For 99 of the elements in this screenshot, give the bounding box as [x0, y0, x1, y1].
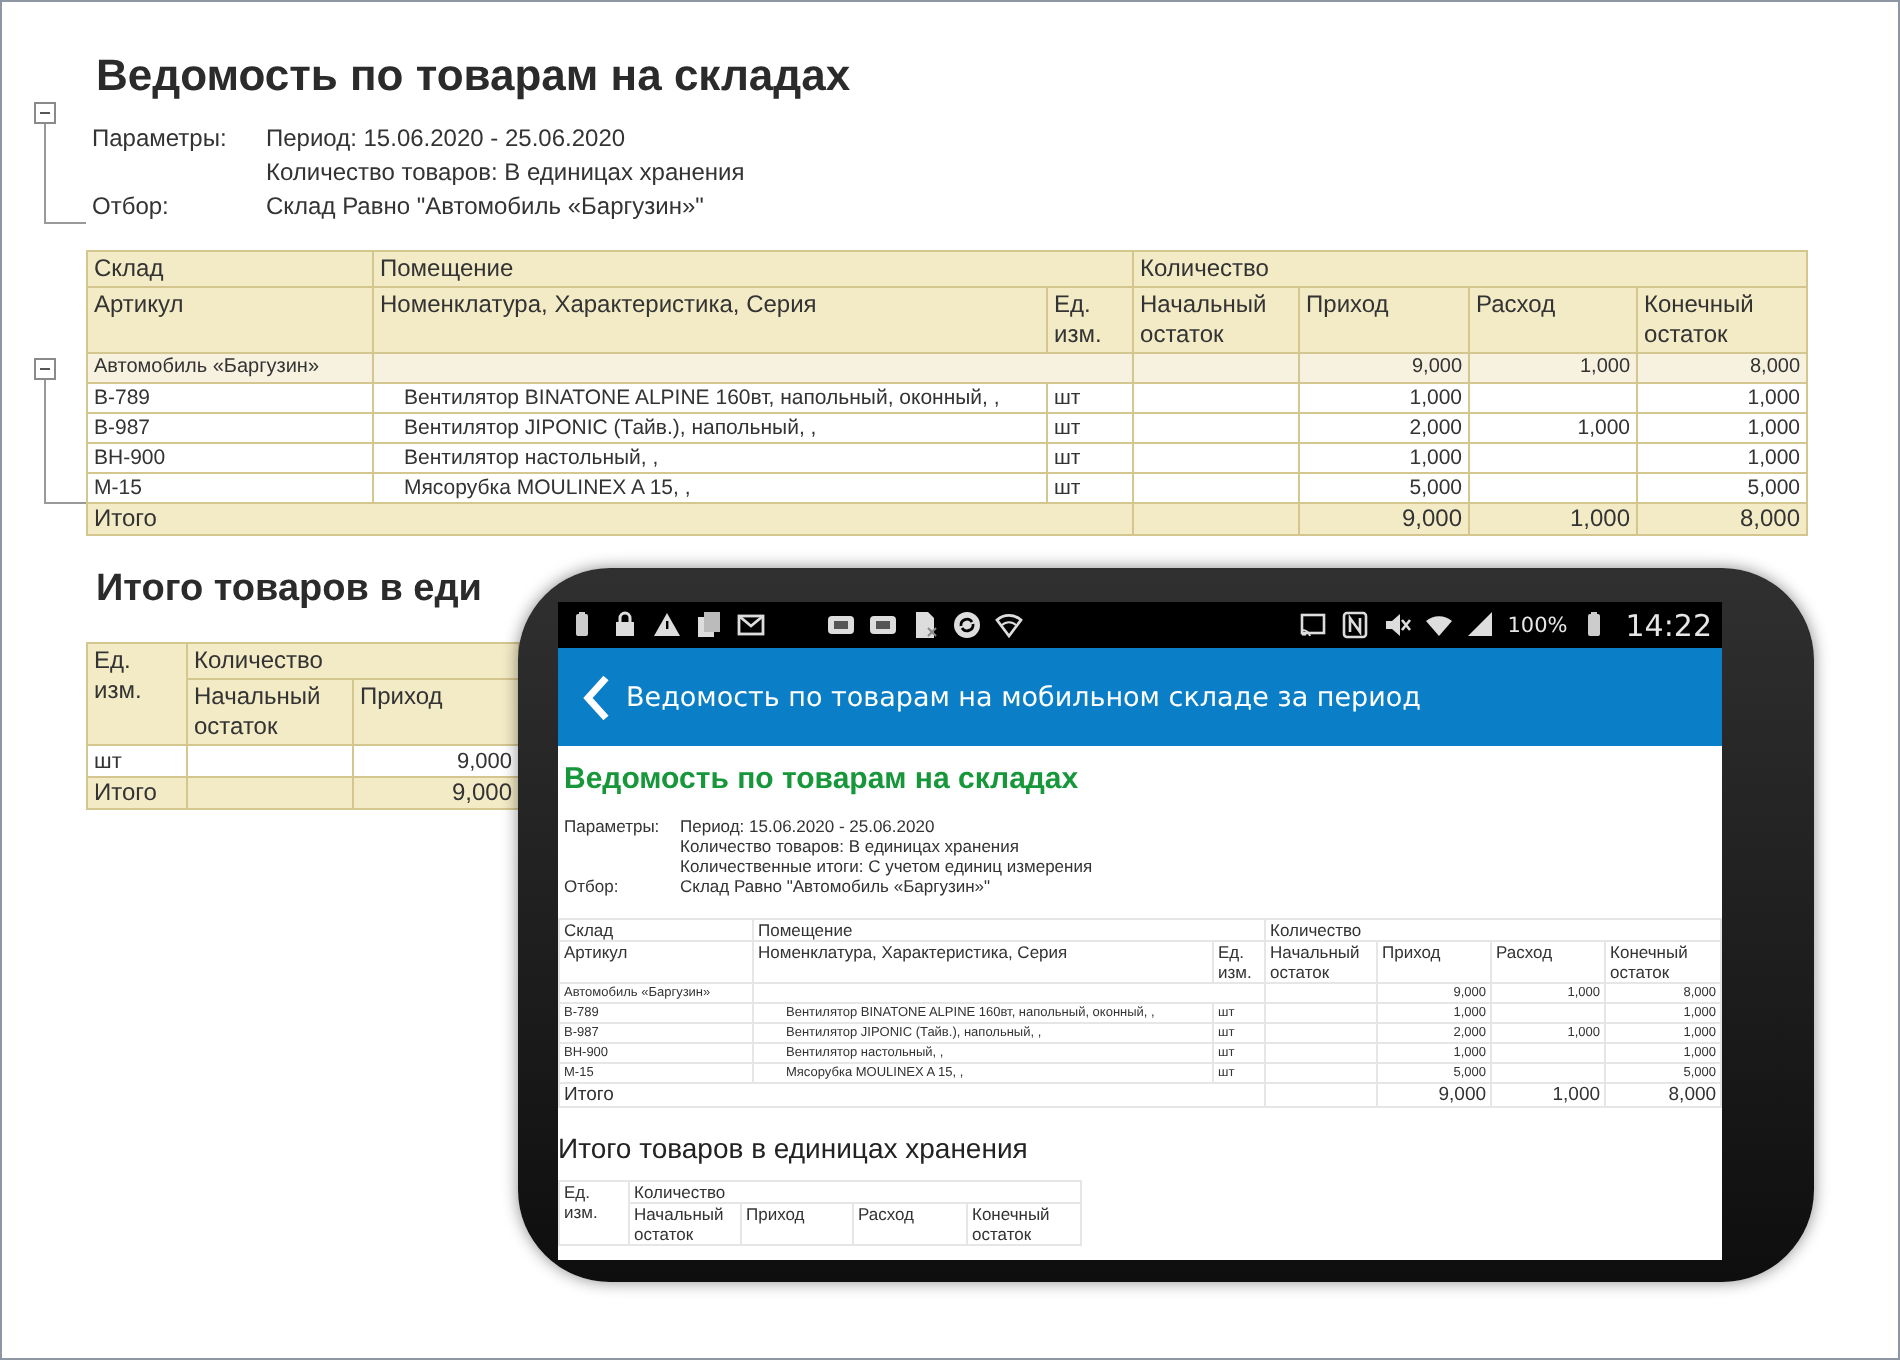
- table-cell: Вентилятор настольный, ,: [373, 443, 1047, 473]
- column-header: Количество: [1265, 919, 1722, 941]
- group-cell: 8,000: [1637, 353, 1808, 383]
- table-cell: BH-900: [87, 443, 373, 473]
- column-header: Расход: [1491, 941, 1606, 983]
- total-cell: 8,000: [1605, 1083, 1722, 1107]
- lock-icon: [610, 610, 640, 640]
- sim-card-icon: [868, 610, 898, 640]
- battery-level: 100%: [1507, 613, 1568, 637]
- mute-icon: [1381, 610, 1412, 640]
- file-icon: [910, 610, 940, 640]
- column-header: Ед. изм.: [87, 643, 187, 745]
- param-value: Склад Равно "Автомобиль «Баргузин»": [266, 190, 706, 224]
- table-cell: Вентилятор BINATONE ALPINE 160вт, напольный, оконный, ,: [373, 383, 1047, 413]
- param-value: Количество товаров: В единицах хранения: [266, 156, 745, 190]
- column-header: Начальный остаток: [1133, 287, 1300, 353]
- column-header: Номенклатура, Характеристика, Серия: [373, 287, 1047, 353]
- column-header: Приход: [1377, 941, 1492, 983]
- column-header: Приход: [1299, 287, 1470, 353]
- tree-line: [44, 380, 86, 504]
- collapse-icon[interactable]: [34, 358, 56, 380]
- sim-card-icon: [826, 610, 856, 640]
- param-label: Отбор:: [92, 190, 171, 224]
- table-cell: шт: [1047, 383, 1134, 413]
- column-header: Склад: [87, 251, 373, 287]
- warning-icon: [652, 610, 682, 640]
- column-header: Количество: [629, 1181, 1082, 1203]
- table-cell: 1,000: [1637, 383, 1808, 413]
- param-value: Склад Равно "Автомобиль «Баргузин»": [680, 876, 993, 896]
- column-header: Конечный остаток: [1605, 941, 1722, 983]
- column-header: Ед. изм.: [1213, 941, 1266, 983]
- table-cell: шт: [87, 745, 187, 777]
- table-cell: 1,000: [1299, 383, 1470, 413]
- table-cell: 2,000: [1299, 413, 1470, 443]
- column-header: Склад: [559, 919, 753, 941]
- table-cell: B-789: [87, 383, 373, 413]
- report-title: Ведомость по товарам на складах: [94, 50, 853, 102]
- column-header: Приход: [741, 1203, 853, 1245]
- section-title: Итого товаров в единицах хранения: [558, 1132, 1030, 1164]
- table-cell: 1,000: [1637, 413, 1808, 443]
- column-header: Количество: [1133, 251, 1808, 287]
- column-header: Приход: [353, 679, 520, 745]
- table-cell: шт: [1047, 443, 1134, 473]
- column-header: Артикул: [87, 287, 373, 353]
- param-label: Отбор:: [564, 876, 621, 896]
- total-cell: 1,000: [1491, 1083, 1606, 1107]
- column-header: Артикул: [559, 941, 753, 983]
- wifi-icon: [1423, 610, 1454, 640]
- table-cell: шт: [1047, 413, 1134, 443]
- report-title: Ведомость по товарам на складах: [562, 762, 1081, 798]
- column-header: Ед. изм.: [1047, 287, 1134, 353]
- collapse-icon[interactable]: [34, 102, 56, 124]
- param-value: Период: 15.06.2020 - 25.06.2020: [266, 122, 628, 156]
- group-cell: 1,000: [1469, 353, 1638, 383]
- column-header: Начальный остаток: [187, 679, 353, 745]
- cast-icon: [1297, 610, 1328, 640]
- table-cell: 9,000: [353, 745, 520, 777]
- column-header: Начальный остаток: [629, 1203, 741, 1245]
- table-cell: 1,000: [1637, 443, 1808, 473]
- total-cell: 8,000: [1637, 503, 1808, 535]
- clock: 14:22: [1625, 607, 1712, 643]
- total-cell: 9,000: [1377, 1083, 1492, 1107]
- total-cell: 9,000: [1299, 503, 1470, 535]
- total-cell: Итого: [87, 777, 187, 809]
- column-header: Начальный остаток: [1265, 941, 1378, 983]
- total-cell: 1,000: [1469, 503, 1638, 535]
- group-cell: Автомобиль «Баргузин»: [87, 353, 373, 383]
- table-cell: 1,000: [1469, 413, 1638, 443]
- param-value: Количество товаров: В единицах хранения: [680, 836, 1021, 856]
- column-header: Помещение: [373, 251, 1134, 287]
- screen-title: Ведомость по товарам на мобильном складе за период: [626, 681, 1421, 713]
- column-header: Конечный остаток: [967, 1203, 1082, 1245]
- signal-icon: [1465, 610, 1496, 640]
- param-value: Период: 15.06.2020 - 25.06.2020: [680, 816, 937, 836]
- table-cell: Вентилятор JIPONIC (Тайв.), напольный, ,: [373, 413, 1047, 443]
- column-header: Ед. изм.: [559, 1181, 629, 1245]
- column-header: Конечный остаток: [1637, 287, 1808, 353]
- group-cell: 9,000: [1299, 353, 1470, 383]
- column-header: Расход: [853, 1203, 967, 1245]
- param-label: Параметры:: [564, 816, 662, 836]
- copy-icon: [694, 610, 724, 640]
- table-cell: B-987: [87, 413, 373, 443]
- total-cell: 9,000: [353, 777, 520, 809]
- section-title: Итого товаров в еди: [94, 566, 484, 614]
- total-cell: Итого: [87, 503, 1134, 535]
- mail-icon: [736, 610, 766, 640]
- tree-line: [44, 124, 86, 224]
- column-header: Помещение: [753, 919, 1266, 941]
- column-header: Количество: [187, 643, 520, 679]
- table-cell: 1,000: [1299, 443, 1470, 473]
- column-header: Расход: [1469, 287, 1638, 353]
- total-cell: Итого: [559, 1083, 1266, 1107]
- back-icon[interactable]: [582, 673, 610, 721]
- column-header: Номенклатура, Характеристика, Серия: [753, 941, 1213, 983]
- param-label: Параметры:: [92, 122, 229, 156]
- nfc-icon: [1339, 610, 1370, 640]
- sync-icon: [952, 610, 982, 640]
- wifi-icon: [994, 610, 1024, 640]
- param-value: Количественные итоги: С учетом единиц измерения: [680, 856, 1093, 876]
